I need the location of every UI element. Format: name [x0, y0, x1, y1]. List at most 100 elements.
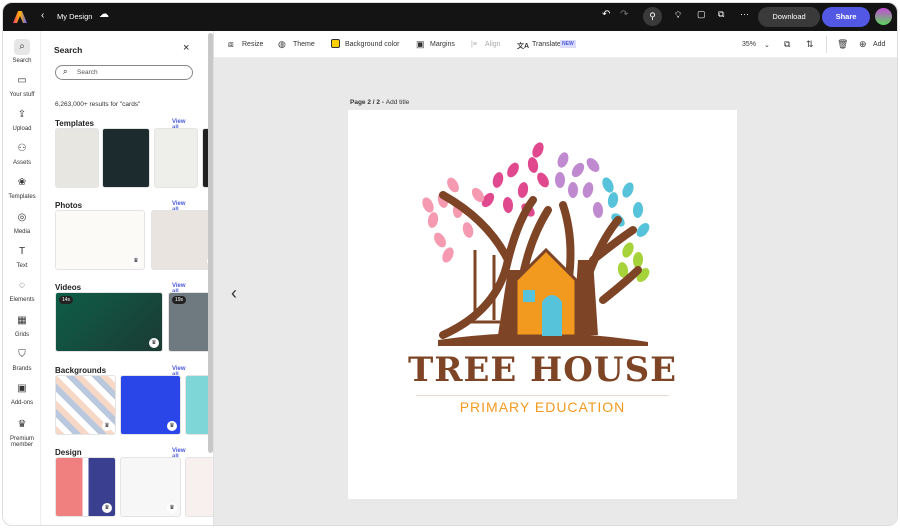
premium-crown-icon: ♛: [167, 503, 177, 513]
sidebar-item-text[interactable]: T Text: [3, 244, 41, 269]
sidebar-item-label: Text: [16, 263, 28, 269]
margins-button[interactable]: Margins: [430, 41, 455, 48]
search-placeholder: Search: [77, 69, 98, 76]
undo-icon[interactable]: ↶: [602, 9, 610, 20]
premium-crown-icon: ♛: [149, 338, 159, 348]
resize-button[interactable]: Resize: [242, 41, 263, 48]
leaf: [622, 182, 634, 198]
leaf: [492, 172, 504, 188]
grids-icon: ▦: [17, 315, 27, 326]
text-icon: T: [18, 246, 26, 257]
templates-thumbnail[interactable]: [154, 128, 198, 188]
search-panel: Search × ⌕ Search 6,263,000+ results for…: [41, 31, 214, 525]
design-assets-thumbnail[interactable]: ♛: [55, 457, 116, 517]
reorder-icon[interactable]: ⇅: [806, 39, 814, 50]
zoom-level[interactable]: 35%: [742, 41, 756, 48]
leaf: [632, 252, 644, 268]
tree-house-logo: [422, 142, 650, 346]
sidebar-item-templates[interactable]: ❀ Templates: [3, 175, 41, 200]
leaf: [622, 242, 634, 258]
sidebar-item-your-stuff[interactable]: ▭ Your stuff: [3, 73, 41, 98]
trash-icon[interactable]: 🗑︎: [837, 39, 848, 50]
theme-button[interactable]: Theme: [293, 41, 315, 48]
sidebar-item-search[interactable]: ⌕ Search: [3, 39, 41, 64]
add-button[interactable]: Add: [873, 41, 885, 48]
invite-user-icon[interactable]: ⚲: [643, 7, 662, 26]
pages-icon[interactable]: ⧉: [784, 39, 790, 50]
leaf: [607, 192, 619, 208]
adobe-express-logo[interactable]: [13, 10, 27, 24]
cloud-icon: ☁: [99, 9, 109, 20]
your-stuff-icon: ▭: [17, 75, 27, 86]
sidebar-item-premium-member[interactable]: ♛ Premium member: [3, 417, 41, 448]
background-color-button[interactable]: Background color: [345, 41, 399, 48]
sidebar-item-elements[interactable]: ◌ Elements: [3, 278, 41, 303]
leaf: [602, 177, 614, 193]
translate-button[interactable]: Translate: [532, 41, 561, 48]
share-button[interactable]: Share: [822, 7, 870, 27]
premium-member-icon: ♛: [17, 419, 27, 430]
avatar[interactable]: [875, 8, 892, 25]
resize-icon: ⧈: [228, 39, 234, 49]
leaf: [557, 152, 569, 168]
leaf: [568, 182, 578, 198]
premium-crown-icon: ♛: [102, 421, 112, 431]
top-bar: ‹ My Design ☁ ↶ ↷ ⚲ 💡︎ ▢ ⧉ ··· Download …: [3, 3, 897, 31]
add-title-link[interactable]: Add title: [386, 99, 410, 106]
sidebar-item-label: Premium member: [9, 436, 34, 448]
leaf: [537, 172, 549, 188]
sidebar-item-add-ons[interactable]: ▣ Add-ons: [3, 381, 41, 406]
design-assets-thumbnail[interactable]: ♛: [120, 457, 181, 517]
previous-page-arrow-icon[interactable]: ‹: [231, 283, 237, 304]
back-chevron-icon[interactable]: ‹: [41, 10, 44, 21]
videos-thumbnail[interactable]: 14s ♛: [55, 292, 163, 352]
translate-icon: 文A: [517, 43, 530, 50]
leaf: [442, 247, 454, 263]
align-icon: |≡: [471, 41, 477, 48]
templates-icon: ❀: [17, 177, 27, 188]
left-rail: ⌕ Search ▭ Your stuff ⇪ Upload ⚇ Assets ❀ Templat…: [3, 31, 41, 525]
redo-icon[interactable]: ↷: [620, 9, 628, 20]
sidebar-item-brands[interactable]: ⛉ Brands: [3, 347, 41, 372]
document-title[interactable]: My Design: [57, 12, 92, 21]
lightbulb-icon[interactable]: 💡︎: [675, 10, 681, 21]
logo-divider: [416, 395, 669, 396]
backgrounds-thumbnail[interactable]: ♛: [120, 375, 181, 435]
align-button[interactable]: Align: [485, 41, 501, 48]
elements-icon: ◌: [19, 280, 25, 291]
media-icon: ◎: [17, 212, 27, 223]
sidebar-item-assets[interactable]: ⚇ Assets: [3, 141, 41, 166]
sidebar-item-upload[interactable]: ⇪ Upload: [3, 107, 41, 132]
design-page[interactable]: TREE HOUSE PRIMARY EDUCATION: [348, 110, 737, 499]
download-button[interactable]: Download: [758, 7, 820, 27]
chevron-down-icon[interactable]: ⌄: [764, 41, 770, 49]
logo-title: TREE HOUSE: [407, 350, 678, 390]
templates-thumbnail[interactable]: [55, 128, 99, 188]
present-icon[interactable]: ⧉: [718, 9, 724, 20]
leaf: [447, 177, 459, 193]
background-color-swatch-icon: [331, 39, 340, 48]
canvas-area: ‹ Page 2 / 2 - Add title TREE HOUSE PRIM…: [214, 58, 897, 525]
templates-thumbnail[interactable]: [102, 128, 150, 188]
leaf: [434, 232, 446, 248]
leaf: [527, 157, 539, 173]
sidebar-item-media[interactable]: ◎ Media: [3, 210, 41, 235]
comment-icon[interactable]: ▢: [697, 9, 706, 20]
panel-scrollbar[interactable]: [208, 33, 213, 453]
premium-crown-icon: ♛: [167, 421, 177, 431]
design-assets-thumbnail[interactable]: [185, 457, 213, 517]
divider: [826, 36, 827, 53]
backgrounds-thumbnail[interactable]: ♛: [55, 375, 116, 435]
more-icon[interactable]: ···: [740, 9, 749, 19]
leaf: [462, 222, 474, 238]
sidebar-item-label: Templates: [8, 194, 36, 200]
sidebar-item-grids[interactable]: ▦ Grids: [3, 313, 41, 338]
leaf: [517, 182, 529, 198]
add-icon[interactable]: ⊕: [859, 39, 867, 50]
sidebar-item-label: Your stuff: [9, 92, 35, 98]
photos-thumbnail[interactable]: ♛: [151, 210, 213, 270]
close-icon[interactable]: ×: [183, 42, 189, 54]
sidebar-item-label: Brands: [12, 366, 32, 372]
search-input[interactable]: ⌕ Search: [55, 65, 193, 80]
photos-thumbnail[interactable]: ♛: [55, 210, 145, 270]
